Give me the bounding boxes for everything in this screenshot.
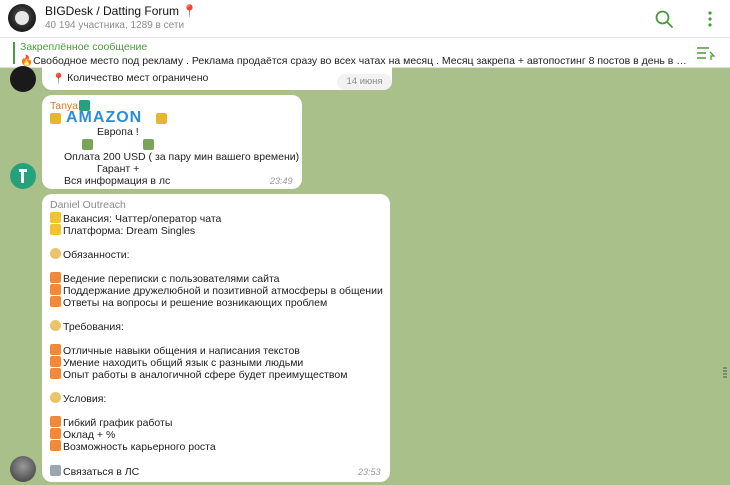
envelope-icon <box>50 465 61 476</box>
scroll-handle-icon[interactable] <box>722 366 728 380</box>
date-separator: 14 июня <box>337 74 392 90</box>
message-line: 📍 Количество мест ограничено <box>52 72 209 85</box>
message-line: Связаться в ЛС <box>50 465 139 478</box>
burst-icon <box>50 416 61 427</box>
pin-emoji-icon: 📍 <box>52 73 66 85</box>
chat-header: BIGDesk / Datting Forum 📍 40 194 участни… <box>0 0 730 38</box>
member-count: 40 194 участника, 1289 в сети <box>45 20 185 31</box>
burst-icon <box>50 356 61 367</box>
money-icon <box>143 139 154 150</box>
pinned-title: Закреплённое сообщение <box>20 41 148 53</box>
dizzy-icon <box>50 392 61 403</box>
dizzy-icon <box>50 320 61 331</box>
message-line: Европа ! <box>97 126 139 138</box>
message-line: Ответы на вопросы и решение возникающих … <box>50 296 327 309</box>
sender-name[interactable]: Daniel Outreach <box>50 199 126 211</box>
hot-icon <box>50 113 61 124</box>
burst-icon <box>50 344 61 355</box>
money-icon <box>82 139 93 150</box>
amazon-logo: AMAZON <box>66 109 143 126</box>
more-vertical-icon[interactable] <box>700 9 720 29</box>
pinned-indicator <box>13 42 15 64</box>
message-line: Оплата 200 USD ( за пару мин вашего врем… <box>64 151 300 163</box>
daniel-avatar[interactable] <box>10 456 36 482</box>
message-time: 23:49 <box>270 176 293 186</box>
burst-icon <box>50 296 61 307</box>
message-line: Опыт работы в аналогичной сфере будет пр… <box>50 368 347 381</box>
message-line: Возможность карьерного роста <box>50 440 216 453</box>
message-line: Платформа: Dream Singles <box>50 224 195 237</box>
tanya-avatar[interactable] <box>10 163 36 189</box>
message-line: Гарант + <box>97 163 140 175</box>
section-heading: Условия: <box>50 392 106 405</box>
group-avatar[interactable] <box>8 4 36 32</box>
hot-icon <box>156 113 167 124</box>
message-line: Вся информация в лс <box>64 175 171 187</box>
burst-icon <box>50 272 61 283</box>
message-bubble: Tanya AMAZON Европа ! Оплата 200 USD ( з… <box>42 95 302 189</box>
xwing-avatar[interactable] <box>10 66 36 92</box>
star-icon <box>50 212 61 223</box>
dizzy-icon <box>50 248 61 259</box>
section-heading: Обязанности: <box>50 248 130 261</box>
message-time: 23:53 <box>358 467 381 477</box>
star-icon <box>50 224 61 235</box>
burst-icon <box>50 284 61 295</box>
message-bubble: Daniel Outreach Вакансия: Чаттер/операто… <box>42 194 390 482</box>
chat-title[interactable]: BIGDesk / Datting Forum 📍 <box>45 4 197 18</box>
burst-icon <box>50 440 61 451</box>
search-icon[interactable] <box>654 9 674 29</box>
pinned-message-bar[interactable]: Закреплённое сообщение 🔥Свободное место … <box>0 38 730 68</box>
section-heading: Требования: <box>50 320 124 333</box>
pinned-list-icon[interactable] <box>695 44 715 62</box>
burst-icon <box>50 428 61 439</box>
burst-icon <box>50 368 61 379</box>
